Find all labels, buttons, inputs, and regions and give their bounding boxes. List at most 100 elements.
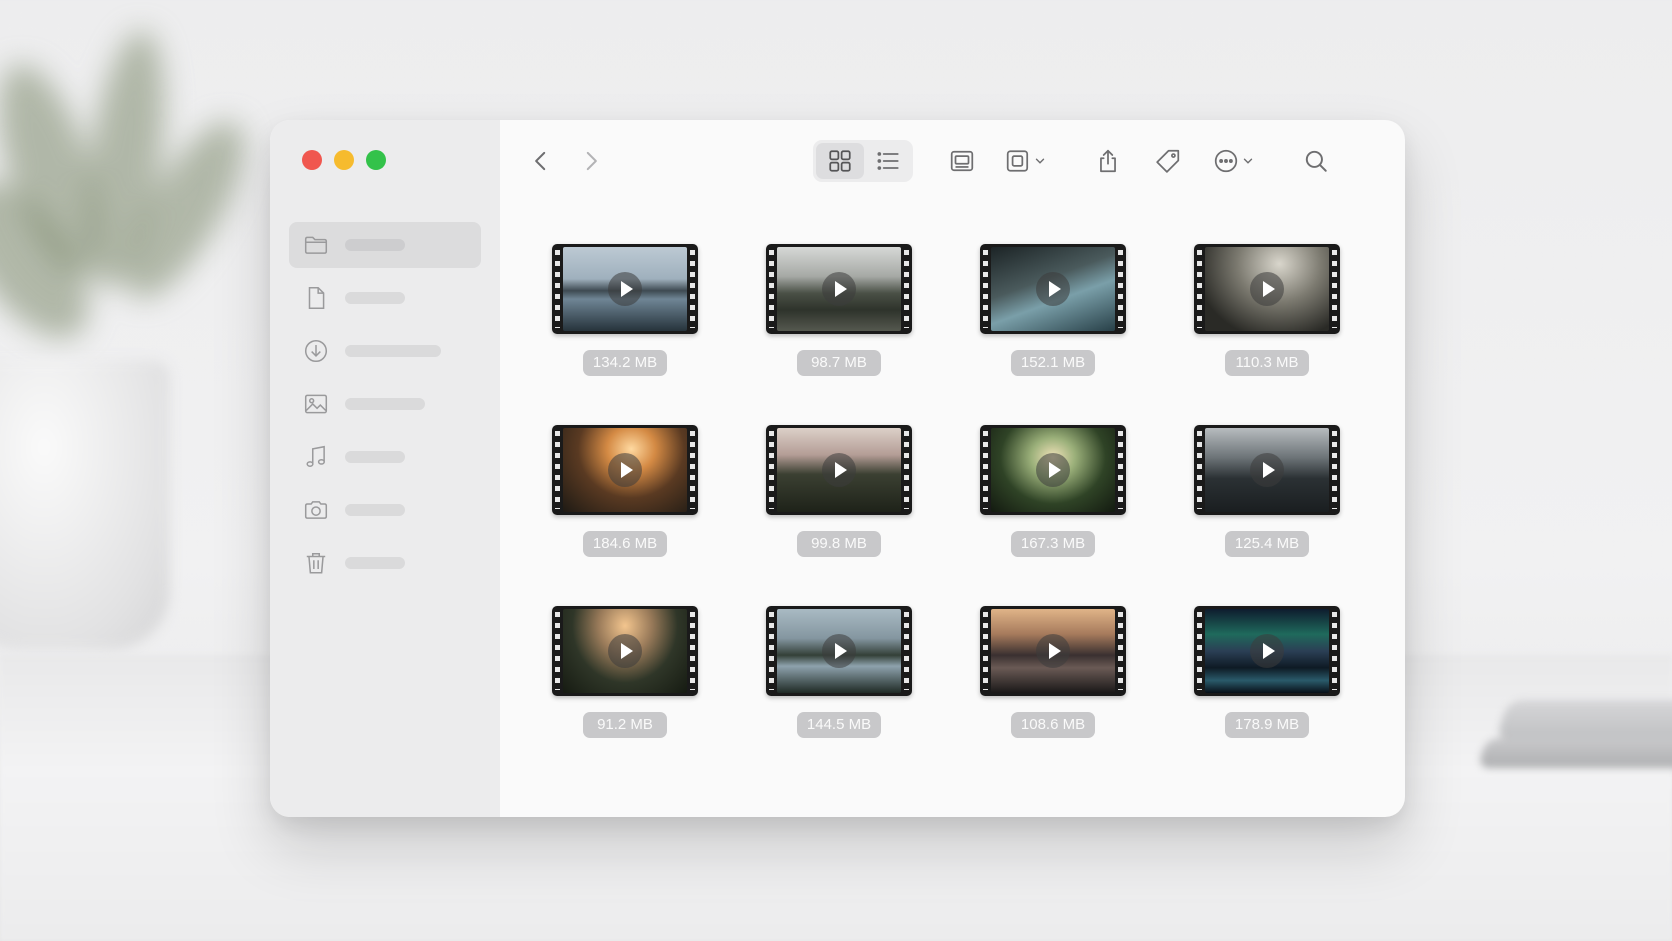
content-area: 134.2 MB 98.7 MB 152.1 MB 110.3 MB 184.6… [500, 120, 1405, 817]
file-size-label: 125.4 MB [1224, 531, 1310, 557]
video-file-tile[interactable]: 134.2 MB [552, 244, 698, 376]
toolbar [500, 120, 1405, 200]
video-file-tile[interactable]: 167.3 MB [980, 425, 1126, 557]
file-size-label: 178.9 MB [1224, 712, 1310, 738]
video-thumbnail[interactable] [980, 606, 1126, 696]
more-actions-button[interactable] [1206, 142, 1262, 180]
play-icon [608, 272, 642, 306]
sidebar-item-downloads[interactable] [289, 328, 481, 374]
tag-icon [1156, 149, 1180, 173]
gallery-view-icon [950, 150, 974, 172]
window-controls [302, 150, 386, 170]
file-size-label: 134.2 MB [582, 350, 668, 376]
file-size-label: 91.2 MB [583, 712, 667, 738]
sidebar-item-label [345, 451, 405, 463]
sidebar [270, 120, 500, 817]
video-thumbnail[interactable] [1194, 244, 1340, 334]
video-file-tile[interactable]: 108.6 MB [980, 606, 1126, 738]
play-icon [1036, 272, 1070, 306]
search-button[interactable] [1296, 142, 1336, 180]
more-icon [1214, 149, 1238, 173]
download-icon [304, 339, 328, 363]
video-thumbnail[interactable] [766, 244, 912, 334]
share-button[interactable] [1088, 142, 1128, 180]
sidebar-item-pictures[interactable] [289, 381, 481, 427]
video-file-tile[interactable]: 144.5 MB [766, 606, 912, 738]
sidebar-item-camera[interactable] [289, 487, 481, 533]
background-plant [0, 20, 270, 400]
document-icon [308, 286, 325, 310]
play-icon [1036, 634, 1070, 668]
folder-icon [304, 236, 328, 254]
list-view-button[interactable] [864, 142, 912, 180]
sidebar-item-documents[interactable] [289, 275, 481, 321]
video-thumbnail[interactable] [552, 606, 698, 696]
grid-view-button[interactable] [816, 142, 864, 180]
zoom-button[interactable] [366, 150, 386, 170]
chevron-down-icon [1035, 158, 1045, 164]
video-thumbnail[interactable] [1194, 425, 1340, 515]
forward-button[interactable] [574, 142, 608, 180]
video-thumbnail[interactable] [552, 425, 698, 515]
trash-icon [306, 553, 326, 574]
file-size-label: 184.6 MB [582, 531, 668, 557]
video-file-tile[interactable]: 99.8 MB [766, 425, 912, 557]
play-icon [822, 453, 856, 487]
sidebar-item-label [345, 345, 441, 357]
sidebar-item-label [345, 292, 405, 304]
play-icon [1250, 634, 1284, 668]
sidebar-item-trash[interactable] [289, 540, 481, 586]
video-thumbnail[interactable] [552, 244, 698, 334]
file-size-label: 99.8 MB [797, 531, 881, 557]
video-file-tile[interactable]: 178.9 MB [1194, 606, 1340, 738]
play-icon [1250, 453, 1284, 487]
forward-icon [586, 151, 597, 171]
sidebar-item-folder[interactable] [289, 222, 481, 268]
video-thumbnail[interactable] [1194, 606, 1340, 696]
close-button[interactable] [302, 150, 322, 170]
grid-view-icon [829, 150, 851, 172]
minimize-button[interactable] [334, 150, 354, 170]
group-icon [1006, 150, 1029, 172]
video-thumbnail[interactable] [766, 425, 912, 515]
file-size-label: 108.6 MB [1010, 712, 1096, 738]
back-button[interactable] [524, 142, 558, 180]
video-file-tile[interactable]: 91.2 MB [552, 606, 698, 738]
background-pot [0, 360, 170, 650]
play-icon [1036, 453, 1070, 487]
video-thumbnail[interactable] [980, 244, 1126, 334]
play-icon [608, 634, 642, 668]
video-thumbnail[interactable] [980, 425, 1126, 515]
tag-button[interactable] [1148, 142, 1188, 180]
sidebar-item-music[interactable] [289, 434, 481, 480]
file-grid: 134.2 MB 98.7 MB 152.1 MB 110.3 MB 184.6… [552, 244, 1340, 738]
video-file-tile[interactable]: 125.4 MB [1194, 425, 1340, 557]
play-icon [1250, 272, 1284, 306]
chevron-down-icon [1243, 158, 1253, 164]
file-size-label: 167.3 MB [1010, 531, 1096, 557]
sidebar-list [289, 222, 481, 593]
group-button[interactable] [998, 142, 1054, 180]
video-thumbnail[interactable] [766, 606, 912, 696]
video-file-tile[interactable]: 110.3 MB [1194, 244, 1340, 376]
file-size-label: 98.7 MB [797, 350, 881, 376]
back-icon [535, 151, 546, 171]
video-file-tile[interactable]: 184.6 MB [552, 425, 698, 557]
sidebar-item-label [345, 239, 405, 251]
list-view-icon [877, 152, 899, 170]
search-icon [1305, 150, 1327, 172]
file-size-label: 144.5 MB [796, 712, 882, 738]
gallery-view-button[interactable] [942, 142, 982, 180]
finder-window: 134.2 MB 98.7 MB 152.1 MB 110.3 MB 184.6… [270, 120, 1405, 817]
file-size-label: 110.3 MB [1225, 350, 1309, 376]
camera-icon [304, 501, 328, 519]
play-icon [608, 453, 642, 487]
background-laptop [1477, 700, 1672, 810]
video-file-tile[interactable]: 98.7 MB [766, 244, 912, 376]
file-size-label: 152.1 MB [1010, 350, 1096, 376]
sidebar-item-label [345, 504, 405, 516]
sidebar-item-label [345, 398, 425, 410]
sidebar-item-label [345, 557, 405, 569]
music-icon [306, 445, 325, 467]
video-file-tile[interactable]: 152.1 MB [980, 244, 1126, 376]
